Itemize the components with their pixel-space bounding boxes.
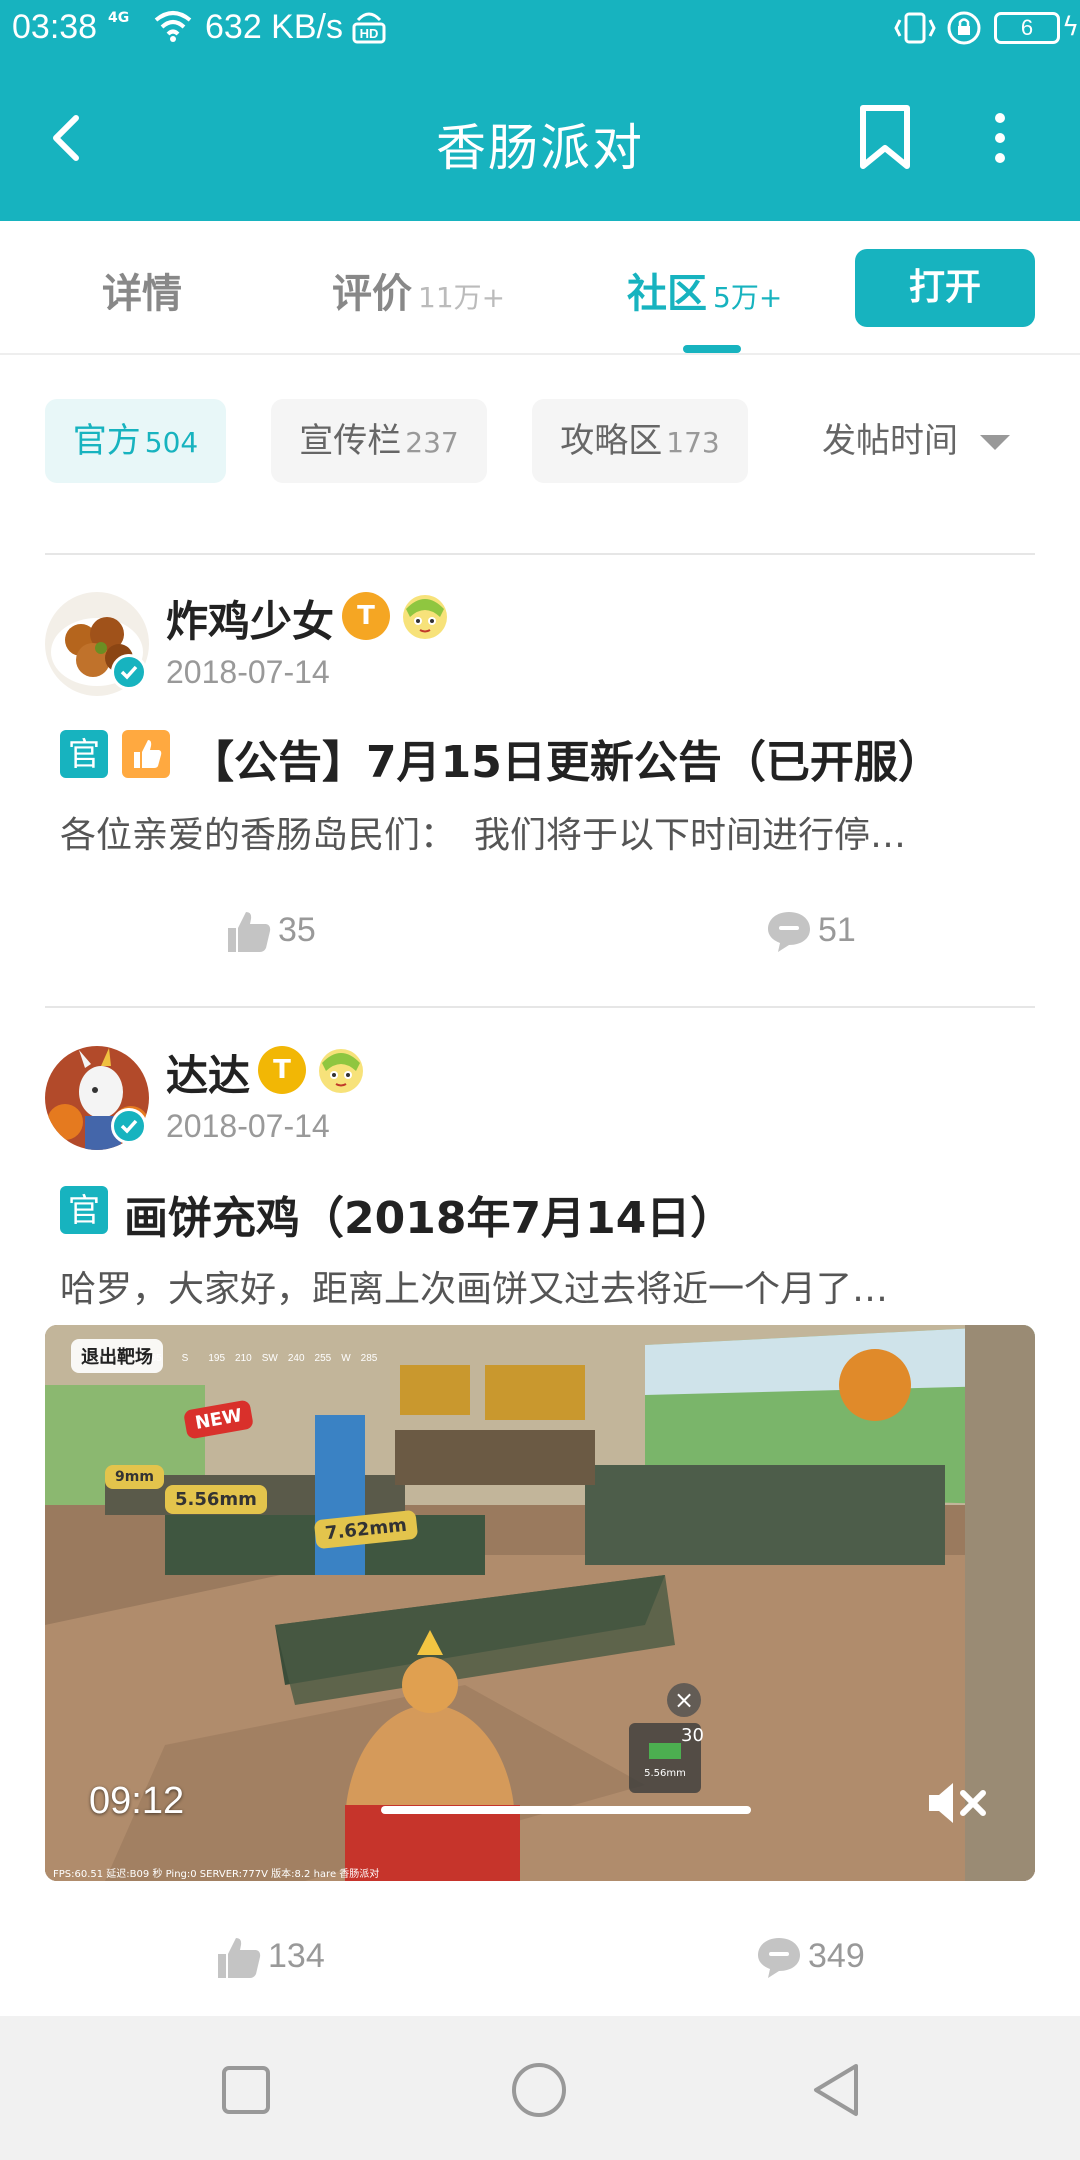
comment-icon: [768, 912, 810, 952]
chip-label: 宣传栏: [299, 421, 402, 461]
post-date: 2018-07-14: [166, 654, 330, 690]
mascot-badge-icon: [403, 595, 447, 639]
tab-count: 11万+: [418, 281, 506, 314]
official-tag: 官: [60, 730, 108, 778]
author-name[interactable]: 达达: [166, 1042, 250, 1103]
like-count-value: 35: [278, 910, 316, 949]
charging-icon: ϟ: [1062, 12, 1080, 42]
filter-chip-official[interactable]: 官方 504: [45, 399, 226, 483]
tab-label: 评价: [332, 271, 412, 317]
comment-count-value: 51: [818, 910, 856, 949]
chip-count: 237: [405, 426, 459, 459]
ammo-label-556: 5.56mm: [165, 1485, 267, 1514]
sort-dropdown[interactable]: 发帖时间: [822, 399, 1010, 483]
post-title[interactable]: 画饼充鸡（2018年7月14日）: [124, 1182, 734, 1246]
video-duration: 09:12: [89, 1780, 185, 1822]
level-badge-icon: T: [342, 592, 390, 640]
thumbs-up-icon: [228, 912, 271, 952]
sort-label: 发帖时间: [822, 421, 958, 461]
top-bar: 03:38 4G 632 KB/s HD 6 ϟ 香肠派对: [0, 0, 1080, 221]
official-tag: 官: [60, 1186, 108, 1234]
post-title[interactable]: 【公告】7月15日更新公告（已开服）: [190, 726, 942, 790]
bookmark-icon[interactable]: [855, 104, 915, 172]
active-tab-indicator: [683, 345, 741, 353]
like-count[interactable]: 134: [216, 1936, 325, 1980]
thumbs-up-icon: [218, 1938, 261, 1978]
thumbs-up-tag-icon: [122, 730, 170, 778]
hd-voice-icon: HD: [352, 12, 386, 44]
verified-icon: [111, 654, 147, 690]
nav-square-icon[interactable]: [216, 2060, 276, 2120]
tab-details[interactable]: 详情: [102, 261, 182, 319]
tab-count: 5万+: [713, 281, 783, 314]
tab-community[interactable]: 社区 5万+: [627, 261, 782, 319]
close-icon[interactable]: ×: [667, 1683, 701, 1717]
mute-icon[interactable]: [925, 1777, 989, 1829]
verified-icon: [111, 1108, 147, 1144]
ammo-count: 30: [681, 1725, 704, 1746]
wifi-icon: [154, 11, 192, 42]
tab-label: 社区: [627, 271, 707, 317]
mascot-badge-icon: [319, 1049, 363, 1093]
weapon-caption: 5.56mm: [644, 1768, 686, 1779]
vibrate-icon: [894, 12, 936, 44]
app-bar: 香肠派对: [0, 80, 1080, 200]
network-speed: 632 KB/s: [205, 8, 343, 46]
system-nav-bar: [0, 2016, 1080, 2160]
chip-count: 173: [666, 426, 720, 459]
post-excerpt[interactable]: 各位亲爱的香肠岛民们： 我们将于以下时间进行停…: [60, 806, 1025, 858]
nav-circle-icon[interactable]: [509, 2060, 569, 2120]
tab-reviews[interactable]: 评价 11万+: [332, 261, 505, 319]
comment-count-value: 349: [808, 1936, 865, 1975]
chip-label: 官方: [72, 421, 141, 461]
author-name[interactable]: 炸鸡少女: [166, 588, 334, 649]
nav-triangle-icon[interactable]: [806, 2060, 866, 2120]
status-bar: 03:38 4G 632 KB/s HD 6 ϟ: [0, 0, 1080, 56]
chip-label: 攻略区: [560, 421, 663, 461]
like-count-value: 134: [268, 1936, 325, 1975]
rotation-lock-icon: [947, 11, 981, 45]
filter-chip-guide[interactable]: 攻略区 173: [532, 399, 748, 483]
exit-range-button[interactable]: 退出靶场: [71, 1339, 163, 1373]
video-player[interactable]: 185 S 195 210 SW 240 255 W 285 退出靶场 NEW …: [45, 1325, 1035, 1881]
tab-label: 详情: [102, 271, 182, 317]
more-vert-icon[interactable]: [982, 108, 1018, 168]
open-button[interactable]: 打开: [855, 249, 1035, 327]
post-date: 2018-07-14: [166, 1108, 330, 1144]
caret-down-icon: [980, 435, 1010, 450]
video-progress-bar[interactable]: [381, 1806, 751, 1814]
ammo-box-icon: [649, 1743, 681, 1759]
page-title: 香肠派对: [436, 119, 644, 177]
filter-chip-promo[interactable]: 宣传栏 237: [271, 399, 487, 483]
comment-count[interactable]: 349: [756, 1936, 865, 1980]
ammo-label-9mm: 9mm: [105, 1465, 164, 1489]
post-excerpt[interactable]: 哈罗，大家好，距离上次画饼又过去将近一个月了…: [60, 1260, 1025, 1312]
divider: [45, 553, 1035, 555]
tab-bar: 详情 评价 11万+ 社区 5万+ 打开: [0, 221, 1080, 355]
network-type: 4G: [108, 10, 130, 26]
svg-text:185 S 195 210 SW 240 255 W 2: 185 S 195 210 SW 240 255 W 285: [145, 1353, 378, 1364]
status-time: 03:38: [12, 8, 98, 46]
battery-level: 6: [994, 12, 1060, 44]
level-badge-icon: T: [258, 1046, 306, 1094]
chip-count: 504: [144, 426, 199, 459]
like-count[interactable]: 35: [226, 910, 316, 954]
divider: [45, 1006, 1035, 1008]
svg-text:HD: HD: [360, 26, 379, 41]
comment-count[interactable]: 51: [766, 910, 856, 954]
game-hud-text: FPS:60.51 延迟:B09 秒 Ping:0 SERVER:777V 版本…: [53, 1869, 380, 1880]
comment-icon: [758, 1938, 800, 1978]
